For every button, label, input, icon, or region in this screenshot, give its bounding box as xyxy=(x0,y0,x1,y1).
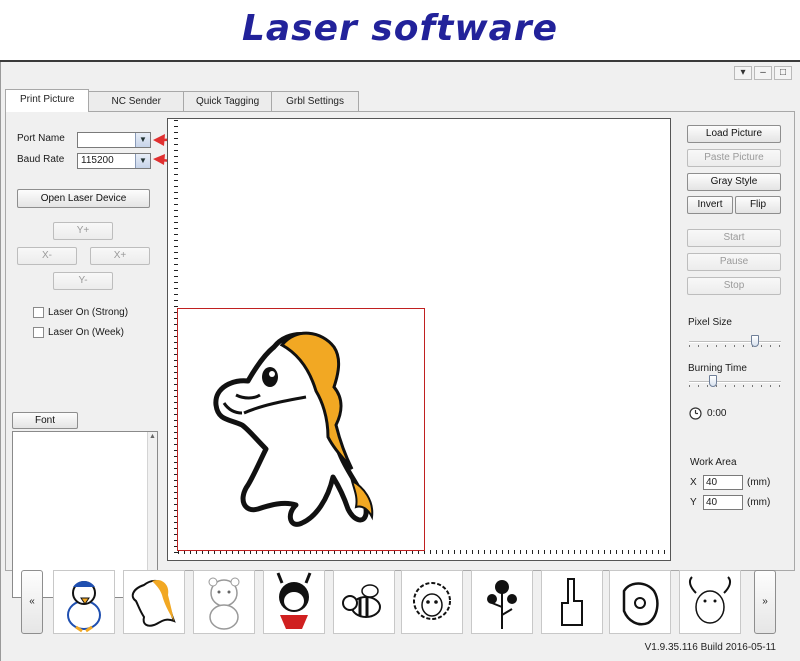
chevron-down-icon[interactable]: ▼ xyxy=(135,133,150,147)
paste-picture-button[interactable]: Paste Picture xyxy=(687,149,781,167)
jog-y-plus-button[interactable]: Y+ xyxy=(53,222,113,240)
timer-value: 0:00 xyxy=(707,408,727,419)
gallery-prev-button[interactable]: « xyxy=(21,570,43,634)
laser-week-checkbox[interactable]: Laser On (Week) xyxy=(33,327,124,338)
scroll-up-icon[interactable]: ▲ xyxy=(148,432,157,442)
work-area-x-label: X xyxy=(690,477,697,488)
slider-thumb[interactable] xyxy=(708,375,717,387)
jog-x-minus-button[interactable]: X- xyxy=(17,247,77,265)
jog-y-minus-button[interactable]: Y- xyxy=(53,272,113,290)
load-picture-button[interactable]: Load Picture xyxy=(687,125,781,143)
tab-nc-sender[interactable]: NC Sender xyxy=(88,91,184,112)
sheep-icon xyxy=(413,582,451,620)
banner: Laser software xyxy=(0,0,800,62)
tab-grbl-settings[interactable]: Grbl Settings xyxy=(271,91,359,112)
gallery-next-button[interactable]: » xyxy=(754,570,776,634)
window-menu-button[interactable]: ▾ xyxy=(734,66,752,80)
gallery-item-bull[interactable] xyxy=(679,570,741,634)
burning-time-label: Burning Time xyxy=(688,363,747,374)
flip-button[interactable]: Flip xyxy=(735,196,781,214)
burning-time-slider[interactable] xyxy=(689,375,781,389)
stop-button[interactable]: Stop xyxy=(687,277,781,295)
gallery-item-duck[interactable] xyxy=(53,570,115,634)
window-controls: ▾ – □ xyxy=(734,66,792,80)
tab-bar: Print Picture NC Sender Quick Tagging Gr… xyxy=(5,89,359,112)
work-area-y-label: Y xyxy=(690,497,697,508)
horse-image xyxy=(213,331,374,527)
minimize-button[interactable]: – xyxy=(754,66,772,80)
work-area-frame[interactable] xyxy=(177,308,425,551)
pause-button[interactable]: Pause xyxy=(687,253,781,271)
port-name-label: Port Name xyxy=(17,133,65,144)
baud-rate-label: Baud Rate xyxy=(17,154,65,165)
duck-icon xyxy=(67,581,101,633)
jog-x-plus-button[interactable]: X+ xyxy=(90,247,150,265)
app-window: ▾ – □ Print Picture NC Sender Quick Tagg… xyxy=(0,62,800,661)
bee-icon xyxy=(342,584,381,618)
checkbox-box[interactable] xyxy=(33,327,44,338)
work-area-x-unit: (mm) xyxy=(747,477,771,488)
rose-icon xyxy=(487,580,517,629)
slider-thumb[interactable] xyxy=(751,335,760,347)
laser-strong-checkbox[interactable]: Laser On (Strong) xyxy=(33,307,128,318)
build-version: V1.9.35.116 Build 2016-05-11 xyxy=(644,642,776,653)
clock-icon xyxy=(689,407,702,420)
tab-quick-tagging[interactable]: Quick Tagging xyxy=(182,91,273,112)
gray-style-button[interactable]: Gray Style xyxy=(687,173,781,191)
laser-week-label: Laser On (Week) xyxy=(48,327,124,338)
work-area-label: Work Area xyxy=(690,457,737,468)
baud-rate-select[interactable]: 115200 ▼ xyxy=(77,153,151,169)
pony-icon xyxy=(131,579,176,627)
bear-icon xyxy=(208,577,240,630)
hand-gesture-icon xyxy=(561,578,583,626)
gallery-item-hand-gesture[interactable] xyxy=(541,570,603,634)
checkbox-box[interactable] xyxy=(33,307,44,318)
pixel-size-slider[interactable] xyxy=(689,335,781,349)
work-area-x-input[interactable]: 40 xyxy=(703,475,743,490)
work-area-y-unit: (mm) xyxy=(747,497,771,508)
open-laser-device-button[interactable]: Open Laser Device xyxy=(17,189,150,208)
chevron-down-icon[interactable]: ▼ xyxy=(135,154,150,168)
panda-girl-icon xyxy=(276,572,312,629)
timer: 0:00 xyxy=(689,407,726,420)
gallery-item-pointing-hand[interactable] xyxy=(609,570,671,634)
gallery-item-sheep[interactable] xyxy=(401,570,463,634)
gallery-item-rose[interactable] xyxy=(471,570,533,634)
gallery-item-pony[interactable] xyxy=(123,570,185,634)
gallery-item-bear[interactable] xyxy=(193,570,255,634)
baud-rate-value: 115200 xyxy=(81,155,114,166)
maximize-button[interactable]: □ xyxy=(774,66,792,80)
laser-strong-label: Laser On (Strong) xyxy=(48,307,129,318)
invert-button[interactable]: Invert xyxy=(687,196,733,214)
tab-print-picture[interactable]: Print Picture xyxy=(5,89,90,112)
work-area-y-input[interactable]: 40 xyxy=(703,495,743,510)
bull-icon xyxy=(688,576,732,624)
banner-title: Laser software xyxy=(241,8,559,49)
font-button[interactable]: Font xyxy=(12,412,78,429)
start-button[interactable]: Start xyxy=(687,229,781,247)
pointing-hand-icon xyxy=(622,582,659,626)
gallery-item-bee[interactable] xyxy=(333,570,395,634)
pixel-size-label: Pixel Size xyxy=(688,317,732,328)
port-name-select[interactable]: ▼ xyxy=(77,132,151,148)
gallery-item-panda-girl[interactable] xyxy=(263,570,325,634)
picture-gallery: « » xyxy=(1,565,800,637)
